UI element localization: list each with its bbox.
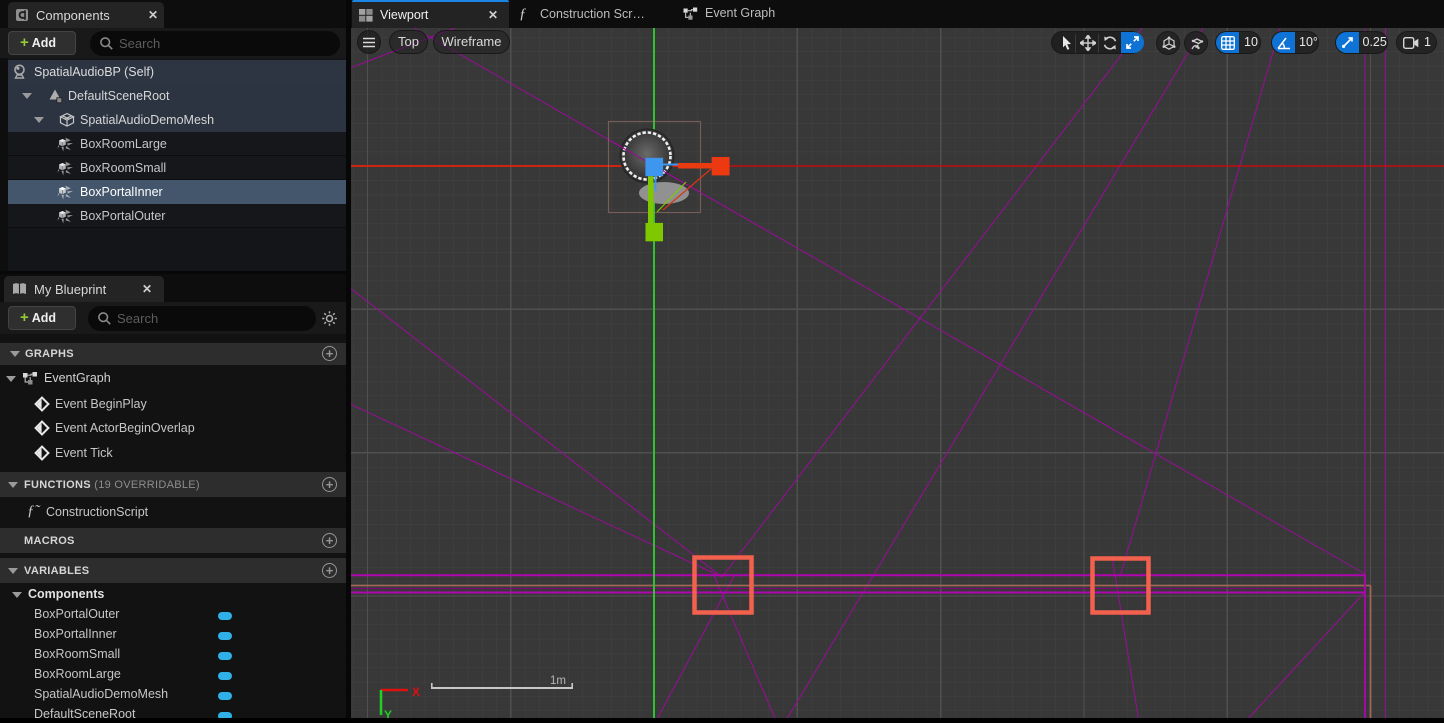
- svg-text:Y: Y: [384, 708, 392, 718]
- svg-text:1m: 1m: [550, 675, 566, 687]
- svg-text:X: X: [412, 685, 420, 699]
